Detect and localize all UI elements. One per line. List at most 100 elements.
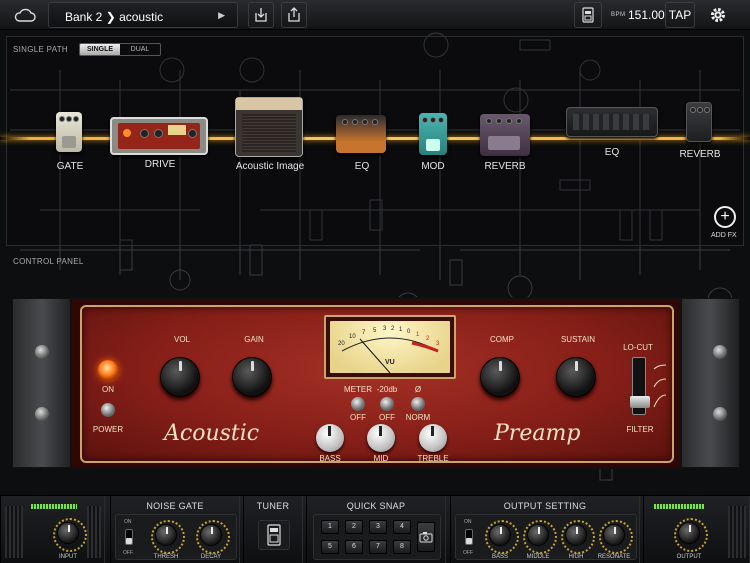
phase-label: Ø bbox=[415, 385, 421, 394]
slot-label-eq-2: EQ bbox=[605, 147, 619, 158]
vu-label: VU bbox=[385, 359, 395, 366]
snap-button-4[interactable]: 4 bbox=[393, 520, 411, 534]
settings-button[interactable] bbox=[703, 2, 733, 28]
output-setting-title: OUTPUT SETTING bbox=[451, 501, 639, 511]
output-section: OUTPUT bbox=[643, 496, 750, 563]
vu-scale-2: 2 bbox=[391, 326, 394, 332]
tuner-section: TUNER bbox=[243, 496, 303, 563]
vu-scale-plus3: 3 bbox=[436, 341, 439, 347]
sustain-label: SUSTAIN bbox=[561, 335, 595, 344]
path-mode-toggle[interactable]: SINGLE DUAL bbox=[79, 43, 161, 56]
pedal-icon bbox=[581, 7, 595, 23]
output-high-label: HIGH bbox=[569, 554, 584, 560]
snap-button-7[interactable]: 7 bbox=[369, 540, 387, 554]
phase-norm-label: NORM bbox=[406, 413, 430, 422]
snap-button-8[interactable]: 8 bbox=[393, 540, 411, 554]
snap-button-1[interactable]: 1 bbox=[321, 520, 339, 534]
rack-ear-left bbox=[12, 298, 72, 468]
snap-button-6[interactable]: 6 bbox=[345, 540, 363, 554]
gain-knob[interactable] bbox=[232, 357, 272, 397]
cloud-button[interactable] bbox=[8, 2, 42, 28]
input-level-meter bbox=[31, 504, 77, 509]
vu-scale-plus1: 1 bbox=[416, 332, 419, 338]
output-setting-on-label: ON bbox=[464, 519, 472, 525]
noise-gate-section: NOISE GATE ON OFF THRESH DECAY bbox=[110, 496, 240, 563]
output-knob[interactable] bbox=[678, 522, 700, 544]
dual-mode-button[interactable]: DUAL bbox=[120, 44, 160, 55]
vu-scale-10: 10 bbox=[349, 334, 356, 340]
thresh-knob[interactable] bbox=[155, 524, 177, 546]
gate-pedal bbox=[56, 112, 82, 152]
acoustic-image-amp bbox=[235, 97, 303, 157]
output-resonate-knob[interactable] bbox=[603, 524, 625, 546]
input-knob[interactable] bbox=[57, 522, 79, 544]
noise-gate-switch[interactable] bbox=[125, 529, 133, 545]
output-eq-switch[interactable] bbox=[465, 529, 473, 545]
play-icon[interactable]: ▶ bbox=[218, 10, 225, 21]
vu-scale-0: 0 bbox=[407, 329, 410, 335]
preset-selector[interactable]: Bank 2 ❯ acoustic ▶ bbox=[48, 2, 238, 28]
vol-knob[interactable] bbox=[160, 357, 200, 397]
filter-curve-icons bbox=[652, 361, 668, 413]
output-setting-section: OUTPUT SETTING ON OFF BASS MIDDLE HIGH R… bbox=[450, 496, 640, 563]
acoustic-preamp-panel: ON POWER VOL GAIN 20 10 7 5 3 2 1 bbox=[70, 297, 682, 469]
amp-faceplate: ON POWER VOL GAIN 20 10 7 5 3 2 1 bbox=[80, 305, 674, 463]
comp-knob[interactable] bbox=[480, 357, 520, 397]
eq-rack-unit bbox=[566, 107, 658, 137]
locut-filter-slider[interactable] bbox=[632, 357, 646, 415]
share-icon bbox=[287, 7, 301, 23]
top-toolbar: Bank 2 ❯ acoustic ▶ BPM 151.00 TAP bbox=[0, 0, 750, 30]
locut-slider-handle[interactable] bbox=[630, 396, 650, 408]
output-middle-knob[interactable] bbox=[527, 524, 549, 546]
input-section: INPUT bbox=[0, 496, 105, 563]
gain-label: GAIN bbox=[244, 335, 264, 344]
on-label: ON bbox=[102, 385, 114, 394]
locut-label: LO-CUT bbox=[623, 343, 653, 352]
output-high-knob[interactable] bbox=[565, 524, 587, 546]
snapshot-camera-button[interactable] bbox=[417, 522, 435, 552]
slot-label-gate: GATE bbox=[57, 161, 83, 172]
output-level-meter bbox=[654, 504, 704, 509]
tap-tempo-button[interactable]: TAP bbox=[665, 2, 695, 28]
thresh-label: THRESH bbox=[154, 554, 179, 560]
slot-label-acoustic-image: Acoustic Image bbox=[236, 161, 304, 172]
slot-label-mod: MOD bbox=[421, 161, 444, 172]
treble-label: TREBLE bbox=[417, 454, 448, 463]
mid-knob[interactable] bbox=[367, 424, 395, 452]
slot-label-drive: DRIVE bbox=[145, 159, 176, 170]
output-label: OUTPUT bbox=[677, 554, 702, 560]
quick-snap-section: QUICK SNAP 1 2 3 4 5 6 7 8 bbox=[306, 496, 446, 563]
output-bass-knob[interactable] bbox=[489, 524, 511, 546]
decay-knob[interactable] bbox=[200, 524, 222, 546]
bpm-label: BPM bbox=[611, 12, 626, 18]
snap-button-2[interactable]: 2 bbox=[345, 520, 363, 534]
tuner-button[interactable] bbox=[258, 520, 290, 550]
rack-ear-right bbox=[680, 298, 740, 468]
power-label: POWER bbox=[93, 425, 123, 434]
output-bass-label: BASS bbox=[492, 554, 508, 560]
meter-label: METER bbox=[344, 385, 372, 394]
single-mode-button[interactable]: SINGLE bbox=[80, 44, 120, 55]
decay-label: DECAY bbox=[201, 554, 221, 560]
sustain-knob[interactable] bbox=[556, 357, 596, 397]
meter-switch[interactable] bbox=[351, 397, 365, 411]
share-button[interactable] bbox=[281, 2, 307, 28]
filter-label: FILTER bbox=[627, 425, 654, 434]
power-switch[interactable] bbox=[101, 403, 115, 417]
stompbox-view-button[interactable] bbox=[574, 2, 602, 28]
snap-button-5[interactable]: 5 bbox=[321, 540, 339, 554]
input-label: INPUT bbox=[59, 554, 77, 560]
slot-label-eq-1: EQ bbox=[355, 161, 369, 172]
bass-knob[interactable] bbox=[316, 424, 344, 452]
treble-knob[interactable] bbox=[419, 424, 447, 452]
snap-button-3[interactable]: 3 bbox=[369, 520, 387, 534]
add-fx-button[interactable]: + bbox=[714, 206, 736, 228]
save-button[interactable] bbox=[248, 2, 274, 28]
bpm-value[interactable]: 151.00 bbox=[628, 8, 665, 22]
phase-switch[interactable] bbox=[411, 397, 425, 411]
mod-pedal bbox=[419, 113, 447, 155]
power-lamp bbox=[98, 360, 118, 380]
output-resonate-label: RESONATE bbox=[598, 554, 631, 560]
pad-switch[interactable] bbox=[380, 397, 394, 411]
single-path-label: SINGLE PATH bbox=[13, 45, 68, 54]
